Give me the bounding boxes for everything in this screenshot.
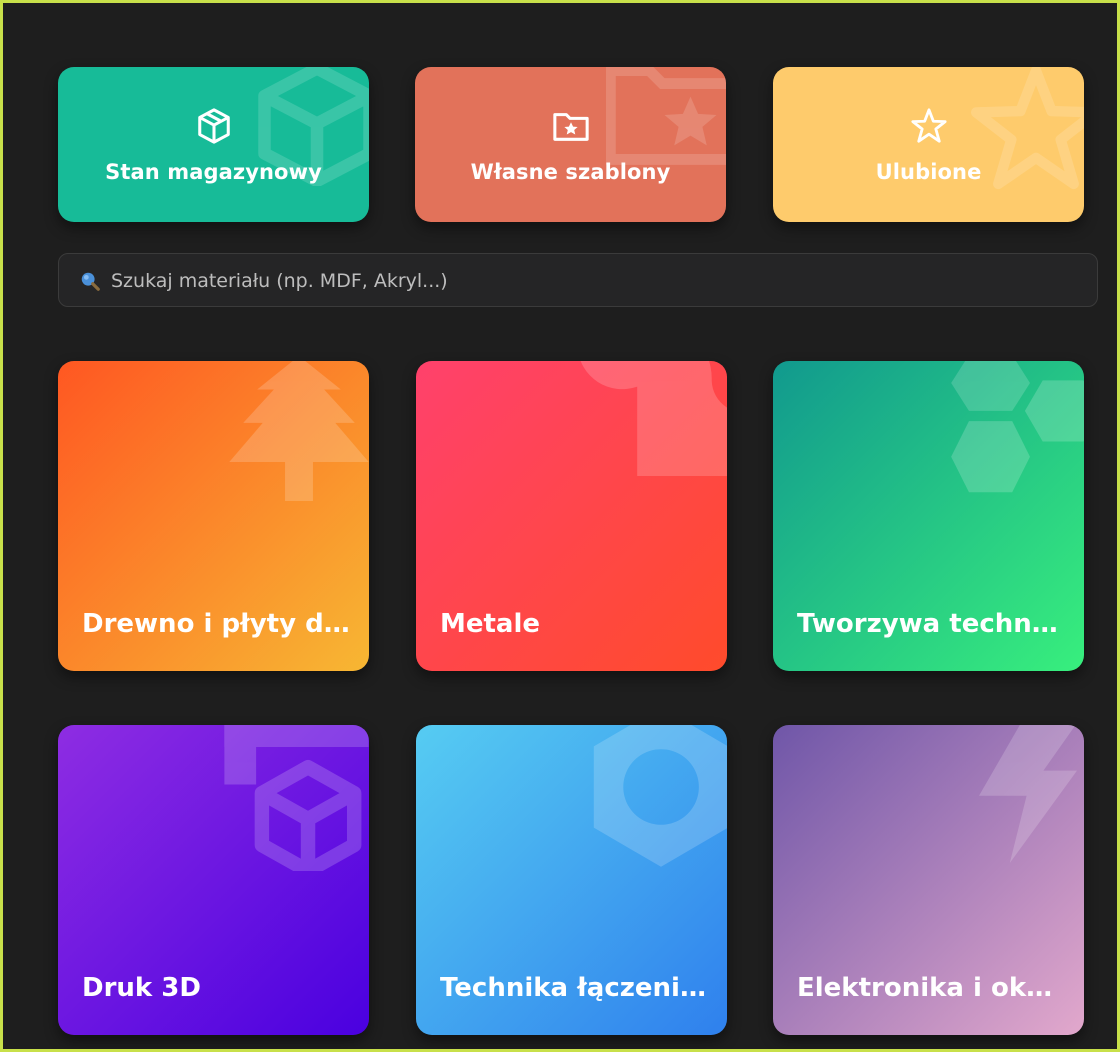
- category-electronics[interactable]: Elektronika i okablowanie: [773, 725, 1084, 1035]
- folder-star-icon: [606, 67, 726, 165]
- quick-tile-label: Własne szablony: [470, 160, 671, 184]
- category-label: Elektronika i okablowanie: [797, 973, 1066, 1003]
- hexagons-icon: [951, 361, 1084, 493]
- folder-star-icon: [552, 113, 589, 141]
- tree-icon: [229, 361, 369, 501]
- search-input[interactable]: [109, 254, 1073, 308]
- category-fasteners[interactable]: Technika łączenia elementów: [416, 725, 727, 1035]
- category-plastics[interactable]: Tworzywa techniczne: [773, 361, 1084, 671]
- lightning-icon: [979, 725, 1077, 863]
- quick-tile-stock[interactable]: Stan magazynowy: [58, 67, 369, 222]
- quick-tile-label: Ulubione: [875, 160, 982, 184]
- category-metals[interactable]: Metale: [416, 361, 727, 671]
- category-wood[interactable]: Drewno i płyty drewnopochodne: [58, 361, 369, 671]
- wrench-icon: [580, 361, 727, 476]
- star-icon: [910, 108, 947, 143]
- quick-tile-label: Stan magazynowy: [105, 160, 322, 184]
- category-label: Drewno i płyty drewnopochodne: [82, 609, 351, 639]
- category-label: Metale: [440, 609, 541, 639]
- magnifier-icon: [81, 272, 100, 291]
- search-bar[interactable]: [58, 253, 1098, 308]
- nut-icon: [593, 725, 727, 867]
- quick-tile-templates[interactable]: Własne szablony: [415, 67, 726, 222]
- category-3d-print[interactable]: Druk 3D: [58, 725, 369, 1035]
- box-icon: [197, 108, 230, 144]
- quick-tile-favorites[interactable]: Ulubione: [773, 67, 1084, 222]
- category-label: Tworzywa techniczne: [797, 609, 1066, 639]
- category-label: Druk 3D: [82, 973, 201, 1003]
- cube-icon: [224, 725, 369, 871]
- category-label: Technika łączenia elementów: [440, 973, 709, 1003]
